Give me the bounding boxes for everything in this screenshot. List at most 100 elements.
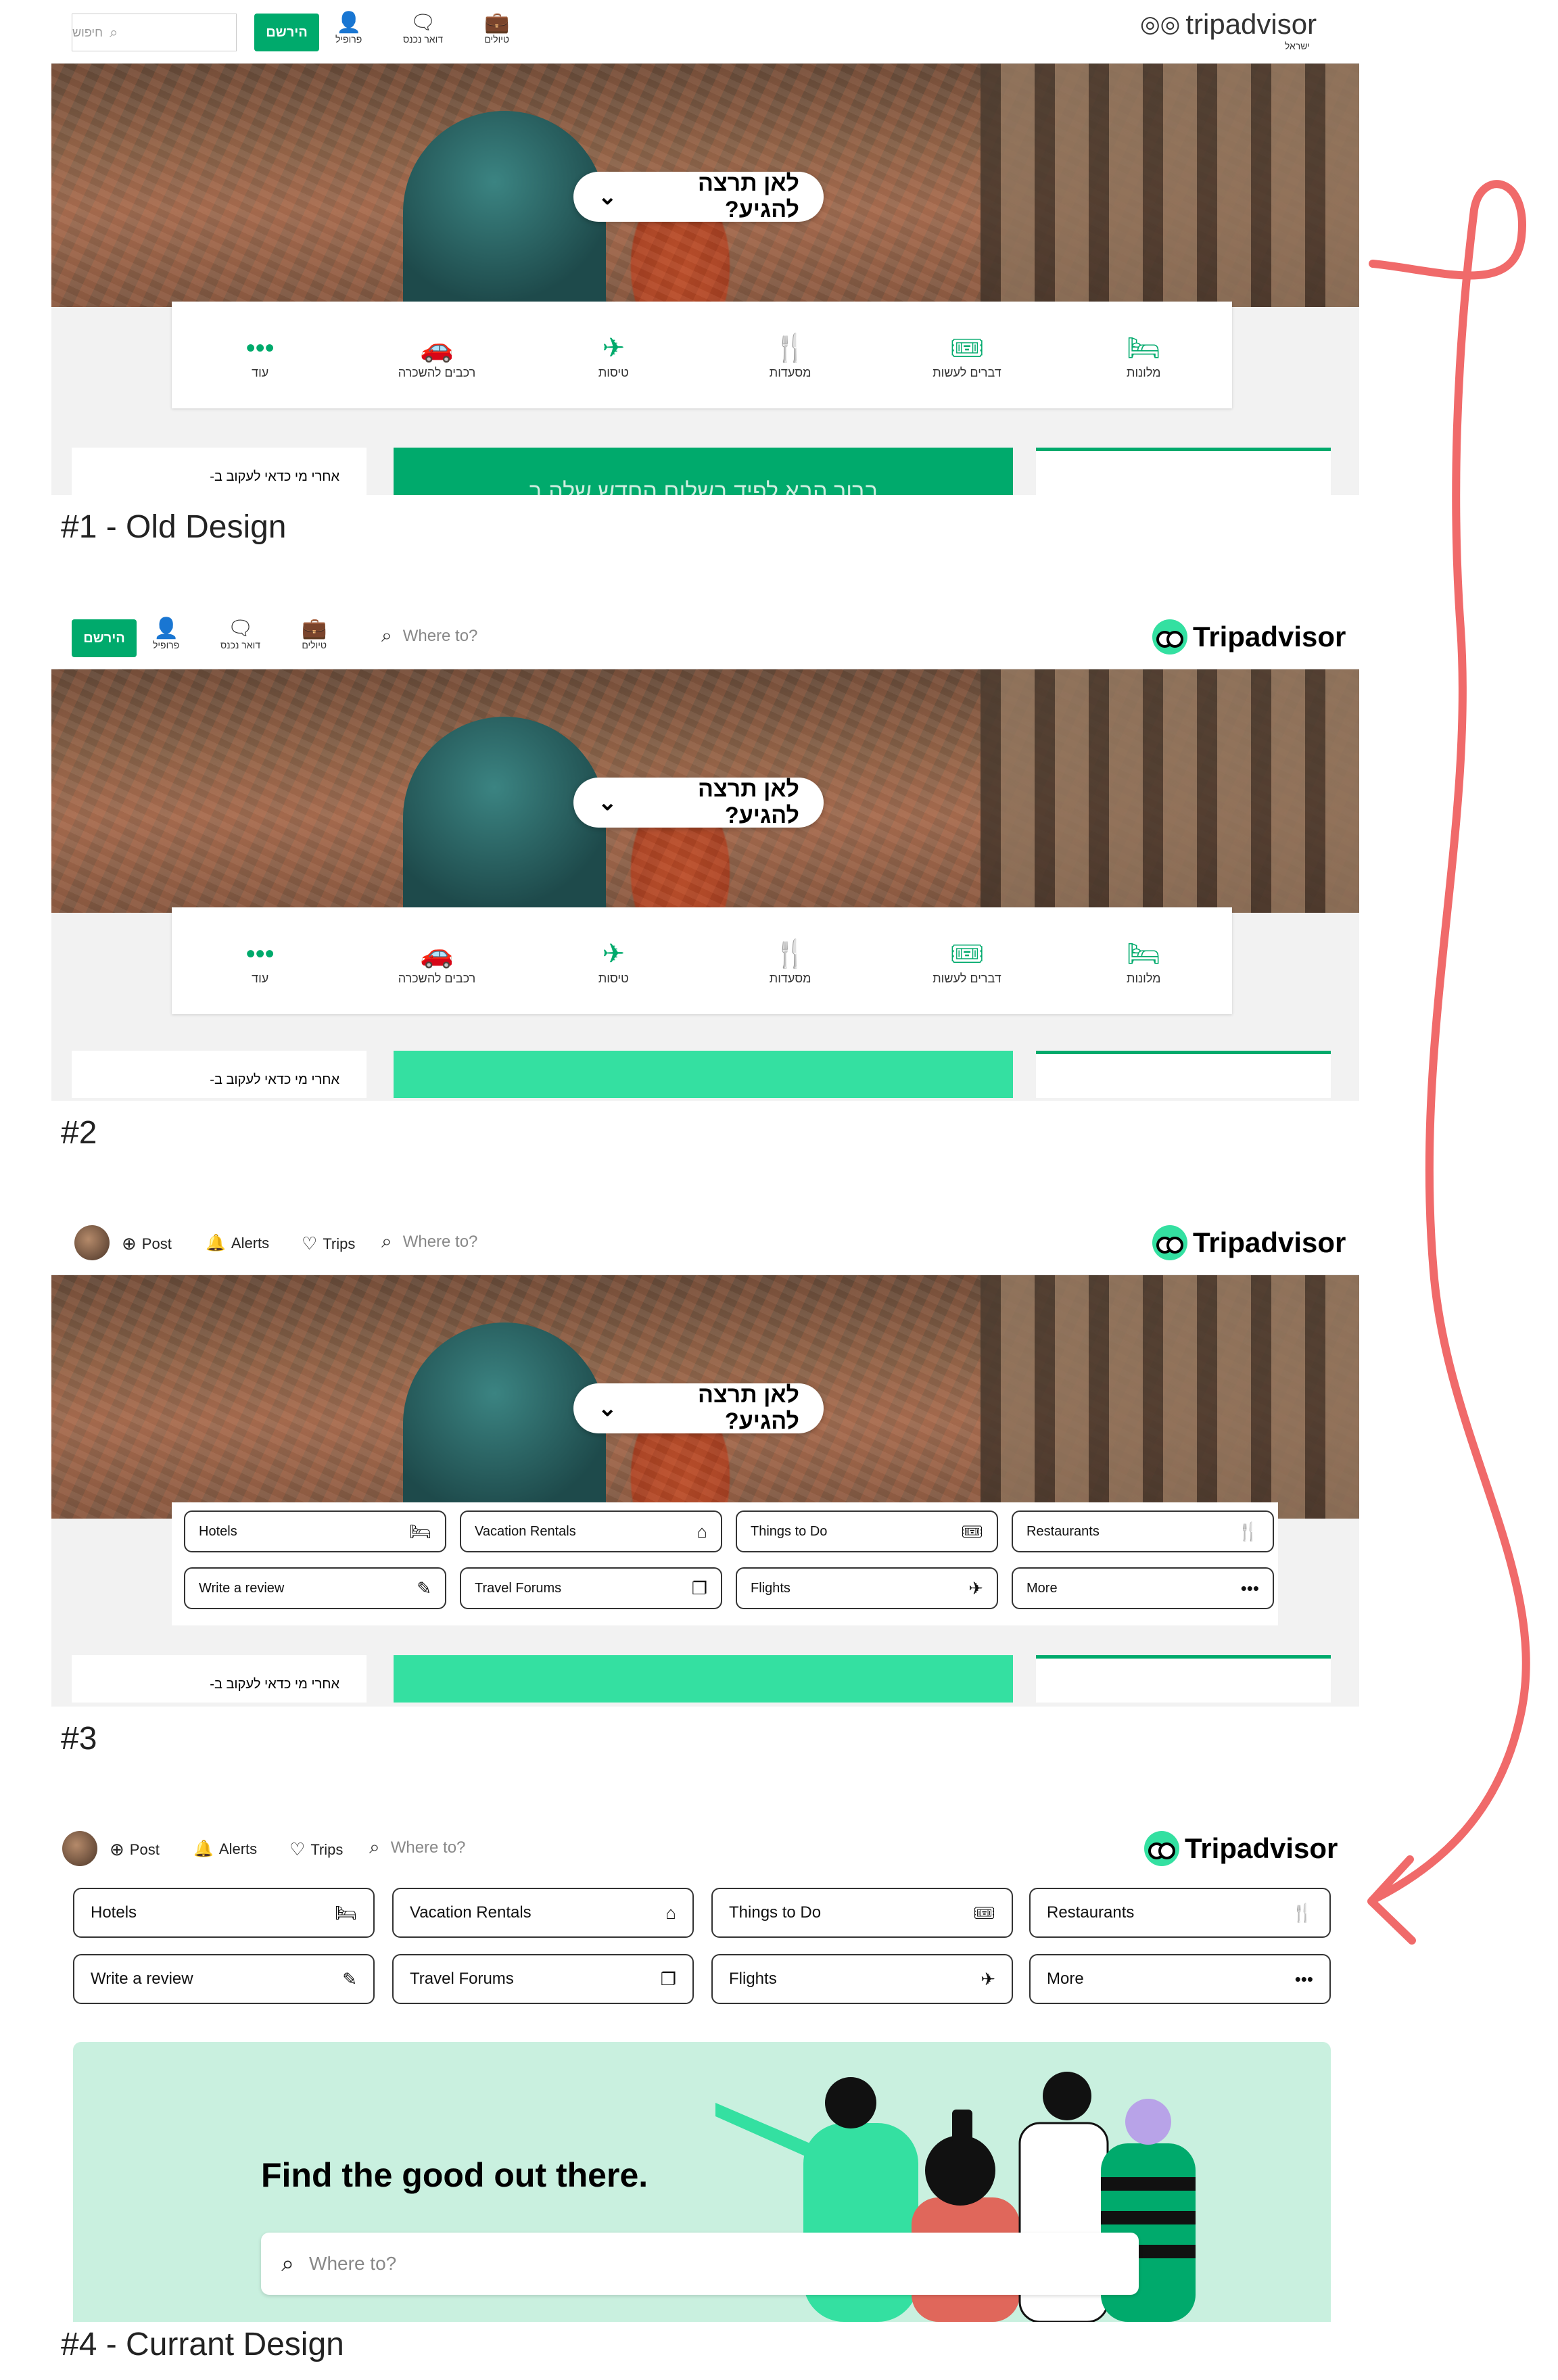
bell-icon: 🔔 xyxy=(193,1840,214,1858)
cards-row: אחרי מי כדאי לעקוב ב- ברוך הבא לפיד בשלו… xyxy=(51,448,1359,495)
category-more[interactable]: ••• עוד xyxy=(172,302,348,408)
post-button[interactable]: ⊕ Post xyxy=(110,1839,160,1860)
quick-link-flights[interactable]: Flights ✈ xyxy=(711,1954,1013,2004)
quick-link-restaurants[interactable]: Restaurants 🍴 xyxy=(1029,1888,1331,1938)
car-icon: 🚗 xyxy=(420,938,454,969)
owl-icon: ◎◎ xyxy=(1140,11,1181,37)
banner[interactable] xyxy=(394,1655,1013,1703)
old-header: ⌕ חיפוש הירשם 👤 פרופיל 🗨 דואר נכנס 💼 טיו… xyxy=(51,0,1359,64)
category-restaurants[interactable]: 🍴 מסעדות xyxy=(702,907,878,1014)
cutlery-icon: 🍴 xyxy=(1237,1521,1259,1542)
banner[interactable] xyxy=(394,1051,1013,1098)
quick-link-more[interactable]: More ••• xyxy=(1012,1567,1274,1609)
quick-link-things-to-do[interactable]: Things to Do 🎟 xyxy=(711,1888,1013,1938)
more-icon: ••• xyxy=(1240,1577,1259,1598)
cards-row: אחרי מי כדאי לעקוב ב- xyxy=(51,1051,1359,1098)
house-icon: ⌂ xyxy=(697,1521,707,1542)
follow-card[interactable]: אחרי מי כדאי לעקוב ב- xyxy=(72,1655,367,1703)
car-icon: 🚗 xyxy=(420,333,454,363)
logo[interactable]: Tripadvisor xyxy=(1152,619,1346,654)
bed-icon: 🛏 xyxy=(1126,333,1161,363)
quick-link-things-to-do[interactable]: Things to Do 🎟 xyxy=(736,1510,998,1552)
welcome-banner[interactable]: ברוך הבא לפיד בשלום החדש שלה ב xyxy=(394,448,1013,495)
category-flights[interactable]: ✈ טיסות xyxy=(525,302,702,408)
destination-pill[interactable]: לאן תרצה להגיע? ⌄ xyxy=(573,1382,824,1434)
category-restaurants[interactable]: 🍴 מסעדות xyxy=(702,302,878,408)
hero-search-input[interactable]: ⌕ Where to? xyxy=(261,2233,1139,2295)
quick-link-flights[interactable]: Flights ✈ xyxy=(736,1567,998,1609)
profile-card[interactable] xyxy=(1036,1655,1331,1703)
search-icon: ⌕ xyxy=(281,2250,295,2277)
category-things-to-do[interactable]: 🎟 דברים לעשות xyxy=(878,907,1055,1014)
quick-link-hotels[interactable]: Hotels 🛏 xyxy=(73,1888,375,1938)
logo[interactable]: Tripadvisor xyxy=(1144,1831,1338,1866)
profile-card[interactable] xyxy=(1036,448,1331,495)
category-flights[interactable]: ✈ טיסות xyxy=(525,907,702,1014)
follow-card[interactable]: אחרי מי כדאי לעקוב ב- xyxy=(72,448,367,495)
header: הירשם 👤 פרופיל 🗨 דואר נכנס 💼 טיולים ⌕ Wh… xyxy=(51,606,1359,669)
hero-headline: Find the good out there. xyxy=(261,2156,648,2194)
category-hotels[interactable]: 🛏 מלונות xyxy=(1056,302,1232,408)
label-design-4: #4 - Currant Design xyxy=(61,2327,344,2362)
edit-icon: ✎ xyxy=(417,1577,431,1598)
header: ⊕ Post 🔔 Alerts ♡ Trips ⌕ Where to? Tripadv… xyxy=(51,1817,1339,1880)
quick-link-travel-forums[interactable]: Travel Forums ❐ xyxy=(392,1954,694,2004)
logo[interactable]: ◎◎ tripadvisor ישראל xyxy=(1140,8,1317,51)
quick-link-travel-forums[interactable]: Travel Forums ❐ xyxy=(460,1567,722,1609)
quick-link-vacation-rentals[interactable]: Vacation Rentals ⌂ xyxy=(392,1888,694,1938)
category-car-rental[interactable]: 🚗 רכבים להשכרה xyxy=(348,302,525,408)
inbox-button[interactable]: 🗨 דואר נכנס xyxy=(220,618,260,651)
avatar[interactable] xyxy=(74,1225,110,1260)
profile-card[interactable] xyxy=(1036,1051,1331,1098)
profile-button[interactable]: 👤 פרופיל xyxy=(153,618,179,651)
quick-link-restaurants[interactable]: Restaurants 🍴 xyxy=(1012,1510,1274,1552)
category-more[interactable]: ••• עוד xyxy=(172,907,348,1014)
category-hotels[interactable]: 🛏 מלונות xyxy=(1056,907,1232,1014)
logo[interactable]: Tripadvisor xyxy=(1152,1225,1346,1260)
search-input[interactable]: ⌕ Where to? xyxy=(381,1231,477,1253)
ticket-icon: 🎟 xyxy=(960,1521,983,1542)
trips-button[interactable]: ♡ Trips xyxy=(302,1233,355,1254)
quick-link-vacation-rentals[interactable]: Vacation Rentals ⌂ xyxy=(460,1510,722,1552)
destination-pill[interactable]: לאן תרצה להגיע? ⌄ xyxy=(573,170,824,222)
post-button[interactable]: ⊕ Post xyxy=(122,1233,172,1254)
plane-icon: ✈ xyxy=(981,1968,995,1989)
current-design-panel: ⊕ Post 🔔 Alerts ♡ Trips ⌕ Where to? Tripadv… xyxy=(51,1817,1339,2322)
search-icon: ⌕ xyxy=(109,24,118,41)
plus-circle-icon: ⊕ xyxy=(122,1233,137,1254)
bed-icon: 🛏 xyxy=(1126,938,1161,969)
cutlery-icon: 🍴 xyxy=(1291,1902,1313,1923)
search-input[interactable]: ⌕ Where to? xyxy=(369,1836,465,1859)
bell-icon: 🔔 xyxy=(206,1234,226,1252)
trips-button[interactable]: ♡ Trips xyxy=(289,1839,343,1860)
profile-button[interactable]: 👤 פרופיל xyxy=(335,12,362,45)
plane-icon: ✈ xyxy=(602,938,625,969)
quick-link-write-review[interactable]: Write a review ✎ xyxy=(184,1567,446,1609)
plane-icon: ✈ xyxy=(968,1577,983,1598)
label-design-3: #3 xyxy=(61,1721,97,1757)
quick-link-more[interactable]: More ••• xyxy=(1029,1954,1331,2004)
alerts-button[interactable]: 🔔 Alerts xyxy=(206,1233,269,1253)
signup-button[interactable]: הירשם xyxy=(254,14,319,51)
search-box[interactable]: ⌕ חיפוש xyxy=(72,14,237,51)
trips-button[interactable]: 💼 טיולים xyxy=(484,12,509,45)
follow-card[interactable]: אחרי מי כדאי לעקוב ב- xyxy=(72,1051,367,1098)
category-car-rental[interactable]: 🚗 רכבים להשכרה xyxy=(348,907,525,1014)
chevron-down-icon: ⌄ xyxy=(598,1396,617,1421)
search-placeholder: חיפוש xyxy=(72,25,103,39)
trips-button[interactable]: 💼 טיולים xyxy=(302,618,327,651)
owl-icon xyxy=(1152,1225,1187,1260)
quick-link-hotels[interactable]: Hotels 🛏 xyxy=(184,1510,446,1552)
chevron-down-icon: ⌄ xyxy=(598,184,617,210)
inbox-button[interactable]: 🗨 דואר נכנס xyxy=(403,12,443,45)
quick-link-write-review[interactable]: Write a review ✎ xyxy=(73,1954,375,2004)
category-things-to-do[interactable]: 🎟 דברים לעשות xyxy=(878,302,1055,408)
signup-button[interactable]: הירשם xyxy=(72,619,137,657)
avatar[interactable] xyxy=(62,1831,97,1866)
forum-icon: ❐ xyxy=(691,1577,707,1598)
design-3-panel: ⊕ Post 🔔 Alerts ♡ Trips ⌕ Where to? Tripadv… xyxy=(51,1212,1359,1707)
alerts-button[interactable]: 🔔 Alerts xyxy=(193,1839,257,1859)
destination-pill[interactable]: לאן תרצה להגיע? ⌄ xyxy=(573,776,824,828)
house-icon: ⌂ xyxy=(665,1902,676,1923)
search-input[interactable]: ⌕ Where to? xyxy=(381,625,477,647)
